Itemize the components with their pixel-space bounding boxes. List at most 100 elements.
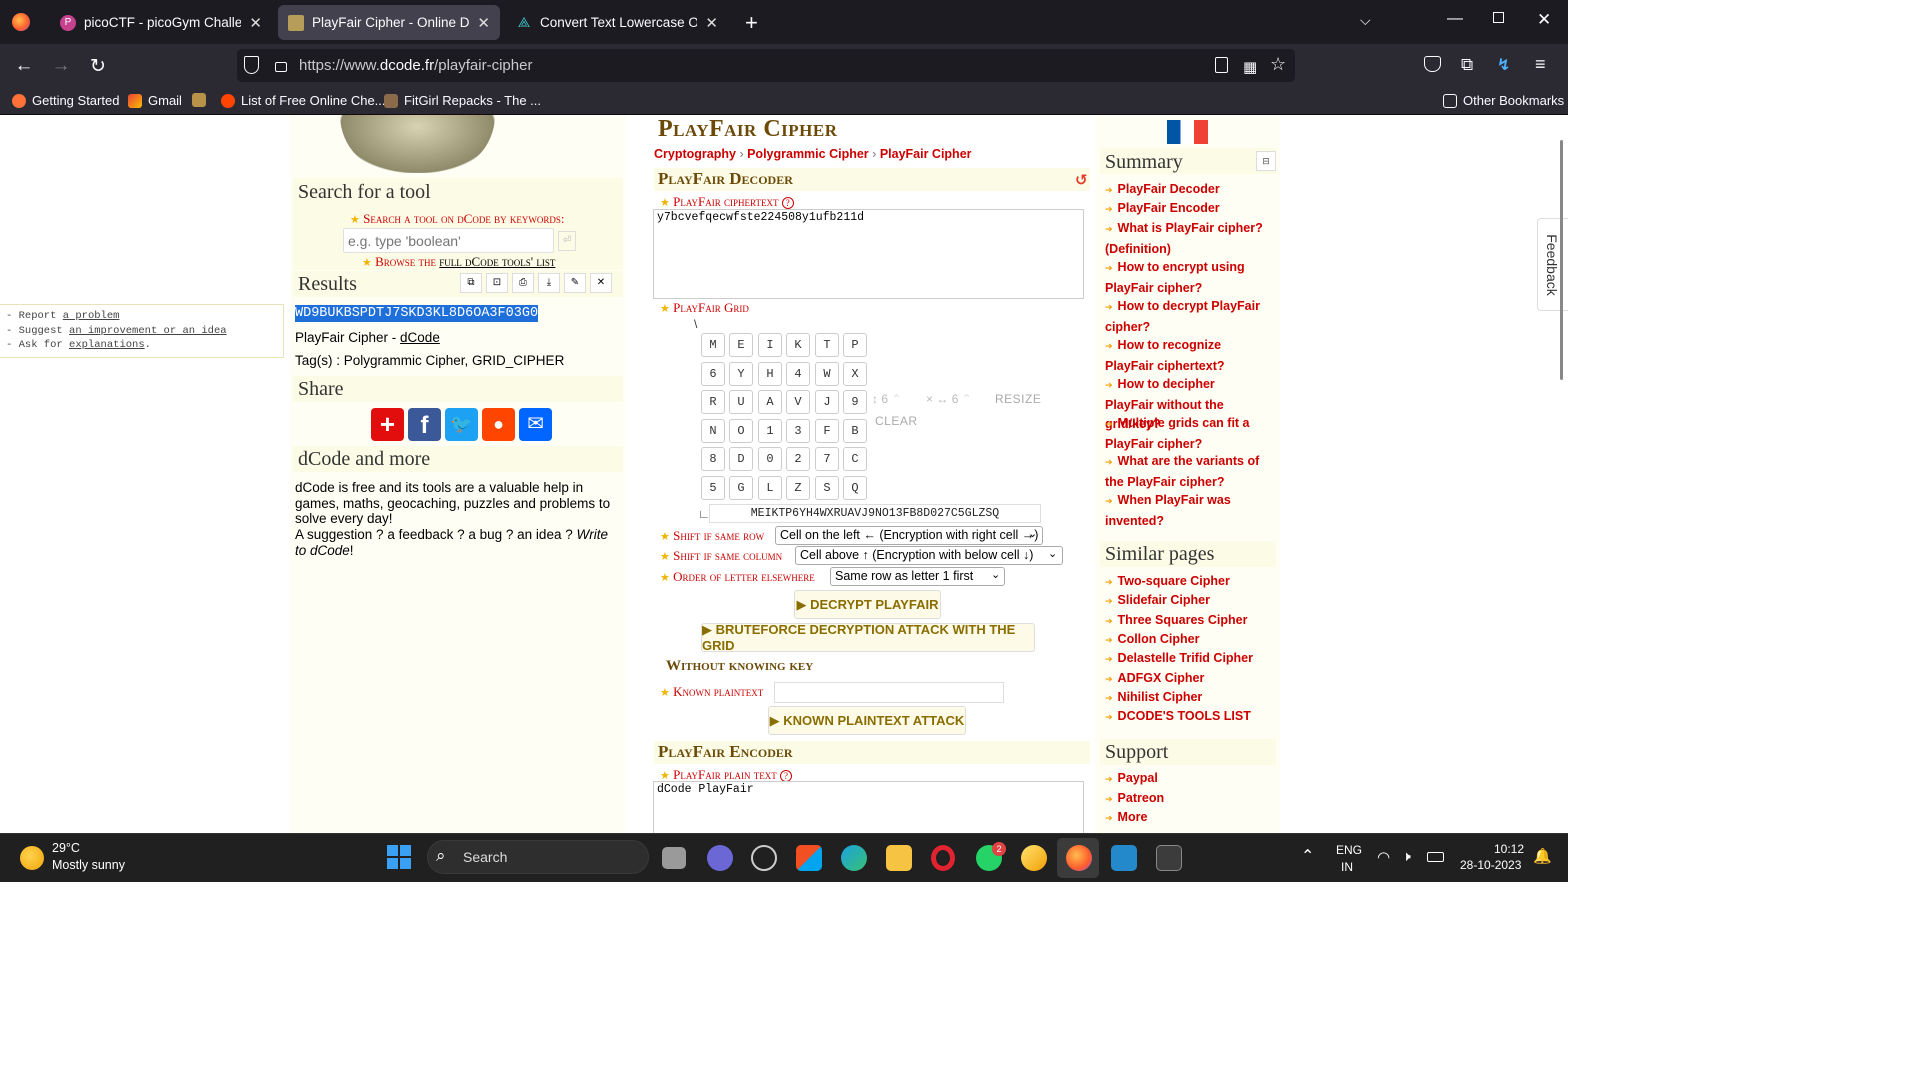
copy-all-icon[interactable]: ⊡ bbox=[486, 273, 508, 293]
order-select[interactable]: Same row as letter 1 first bbox=[830, 567, 1005, 586]
grid-cell[interactable]: E bbox=[729, 333, 753, 357]
shift-row-select[interactable]: Cell on the left ← (Encryption with righ… bbox=[775, 526, 1043, 545]
shield-icon[interactable] bbox=[244, 56, 259, 74]
similar-item[interactable]: ➔ Collon Cipher bbox=[1105, 630, 1265, 651]
url-text[interactable]: https://www.dcode.fr/playfair-cipher bbox=[299, 57, 532, 74]
edge-icon[interactable] bbox=[841, 845, 867, 871]
plaintext-textarea[interactable]: dCode PlayFair bbox=[653, 781, 1084, 833]
facebook-icon[interactable]: f bbox=[408, 408, 441, 441]
bruteforce-button[interactable]: ▶ Bruteforce decryption attack with the … bbox=[701, 622, 1035, 653]
grid-cell[interactable]: P bbox=[843, 333, 867, 357]
email-share-icon[interactable]: ✉ bbox=[519, 408, 552, 441]
resize-button[interactable]: Resize bbox=[995, 392, 1041, 406]
tab-convert-text[interactable]: ⟁ Convert Text Lowercase Online ✕ bbox=[506, 5, 728, 40]
grid-cell[interactable]: Z bbox=[786, 476, 810, 500]
twitter-icon[interactable]: 🐦 bbox=[445, 408, 478, 441]
close-window-icon[interactable]: ✕ bbox=[1537, 10, 1551, 30]
support-item[interactable]: ➔ Patreon bbox=[1105, 789, 1265, 810]
task-view-icon[interactable] bbox=[662, 847, 686, 869]
battery-icon[interactable] bbox=[1427, 852, 1444, 862]
forward-icon[interactable]: → bbox=[48, 53, 74, 79]
weather-status[interactable]: Mostly sunny bbox=[52, 858, 125, 872]
grid-cell[interactable]: 3 bbox=[786, 419, 810, 443]
close-tab-icon[interactable]: ✕ bbox=[477, 14, 490, 32]
search-submit-icon[interactable]: ⏎ bbox=[558, 231, 576, 251]
collapse-summary-icon[interactable]: ⊟ bbox=[1256, 151, 1276, 171]
bookmark-gmail[interactable]: Gmail bbox=[128, 93, 182, 108]
language-line1[interactable]: ENG bbox=[1336, 843, 1362, 857]
lock-icon[interactable] bbox=[275, 62, 287, 72]
grid-cell[interactable]: D bbox=[729, 447, 753, 471]
grid-cell[interactable]: 1 bbox=[758, 419, 782, 443]
summary-item[interactable]: ➔ PlayFair Encoder bbox=[1105, 199, 1265, 220]
grid-cell[interactable]: 6 bbox=[701, 362, 725, 386]
new-tab-icon[interactable]: + bbox=[745, 10, 758, 36]
language-line2[interactable]: IN bbox=[1341, 860, 1353, 874]
grid-cell[interactable]: 4 bbox=[786, 362, 810, 386]
grid-cell[interactable]: U bbox=[729, 390, 753, 414]
firefox-taskbar-icon[interactable] bbox=[1066, 845, 1092, 871]
similar-item[interactable]: ➔ Nihilist Cipher bbox=[1105, 688, 1265, 709]
notification-bell-icon[interactable]: 🔔 bbox=[1533, 847, 1552, 865]
weather-sun-icon[interactable] bbox=[20, 846, 44, 870]
firefox-menu-icon[interactable] bbox=[12, 13, 30, 31]
grid-cell[interactable]: B bbox=[843, 419, 867, 443]
grid-cell[interactable]: N bbox=[701, 419, 725, 443]
volume-mute-icon[interactable]: 🕨 bbox=[1402, 848, 1411, 865]
full-tools-list-link[interactable]: full dCode tools' list bbox=[439, 254, 555, 269]
similar-item[interactable]: ➔ Delastelle Trifid Cipher bbox=[1105, 649, 1265, 670]
breadcrumb-playfair[interactable]: PlayFair Cipher bbox=[880, 147, 972, 161]
vscode-icon[interactable] bbox=[1111, 845, 1137, 871]
help-icon[interactable]: ? bbox=[781, 197, 794, 209]
print-icon[interactable]: ⎙ bbox=[512, 273, 534, 293]
summary-item[interactable]: ➔ How to recognize PlayFair ciphertext? bbox=[1105, 336, 1265, 376]
explanations-link[interactable]: explanations bbox=[69, 339, 145, 351]
pocket-icon[interactable] bbox=[1424, 56, 1441, 72]
bookmark-star-icon[interactable]: ☆ bbox=[1270, 54, 1286, 75]
puzzle-extensions-icon[interactable]: ⧉ bbox=[1461, 55, 1473, 75]
similar-item[interactable]: ➔ DCODE'S TOOLS LIST bbox=[1105, 707, 1265, 728]
grid-rows-spinner[interactable]: ↕ 6 ⌃ bbox=[872, 392, 901, 406]
clock-time[interactable]: 10:12 bbox=[1494, 842, 1524, 856]
grid-cell[interactable]: L bbox=[758, 476, 782, 500]
bookmark-image[interactable] bbox=[192, 93, 206, 107]
known-plaintext-button[interactable]: ▶ Known plaintext attack bbox=[768, 706, 966, 735]
grid-cell[interactable]: C bbox=[843, 447, 867, 471]
grid-string-input[interactable]: MEIKTP6YH4WXRUAVJ9NO13FB8D027C5GLZSQ bbox=[709, 504, 1041, 523]
breadcrumb-polygrammic[interactable]: Polygrammic Cipher bbox=[747, 147, 869, 161]
restore-icon[interactable] bbox=[1493, 12, 1504, 23]
support-item[interactable]: ➔ Paypal bbox=[1105, 769, 1265, 790]
minimize-icon[interactable]: — bbox=[1447, 10, 1463, 28]
fruit-app-icon[interactable] bbox=[1021, 845, 1047, 871]
windows-start-icon[interactable] bbox=[387, 845, 411, 869]
grid-cell[interactable]: 2 bbox=[786, 447, 810, 471]
breadcrumb-cryptography[interactable]: Cryptography bbox=[654, 147, 736, 161]
known-plaintext-input[interactable] bbox=[774, 682, 1004, 703]
close-tab-icon[interactable]: ✕ bbox=[249, 14, 262, 32]
grid-cell[interactable]: T bbox=[815, 333, 839, 357]
grid-cell[interactable]: S bbox=[815, 476, 839, 500]
summary-item[interactable]: ➔ What are the variants of the PlayFair c… bbox=[1105, 452, 1265, 492]
grid-cell[interactable]: G bbox=[729, 476, 753, 500]
terminal-icon[interactable] bbox=[1156, 845, 1182, 871]
download-icon[interactable]: ⤓ bbox=[538, 273, 560, 293]
grid-cell[interactable]: 5 bbox=[701, 476, 725, 500]
grid-cell[interactable]: H bbox=[758, 362, 782, 386]
grid-cell[interactable]: 8 bbox=[701, 447, 725, 471]
reset-icon[interactable]: ↺ bbox=[1075, 171, 1088, 189]
reader-view-icon[interactable] bbox=[1215, 57, 1228, 73]
similar-item[interactable]: ➔ Two-square Cipher bbox=[1105, 572, 1265, 593]
grid-cell[interactable]: K bbox=[786, 333, 810, 357]
report-problem-link[interactable]: a problem bbox=[63, 310, 120, 322]
file-explorer-icon[interactable] bbox=[886, 845, 912, 871]
weather-temp[interactable]: 29°C bbox=[52, 841, 80, 855]
similar-item[interactable]: ➔ Three Squares Cipher bbox=[1105, 611, 1265, 632]
similar-item[interactable]: ➔ ADFGX Cipher bbox=[1105, 669, 1265, 690]
tab-picoctf[interactable]: P picoCTF - picoGym Challenges ✕ bbox=[50, 5, 272, 40]
suggest-improvement-link[interactable]: an improvement or an idea bbox=[69, 325, 227, 337]
other-bookmarks[interactable]: Other Bookmarks bbox=[1443, 93, 1564, 108]
summary-item[interactable]: ➔ Multiple grids can fit a PlayFair ciphe… bbox=[1105, 414, 1265, 454]
wifi-icon[interactable]: ◠ bbox=[1377, 848, 1390, 866]
reddit-share-icon[interactable]: ● bbox=[482, 408, 515, 441]
support-item[interactable]: ➔ More bbox=[1105, 808, 1265, 829]
